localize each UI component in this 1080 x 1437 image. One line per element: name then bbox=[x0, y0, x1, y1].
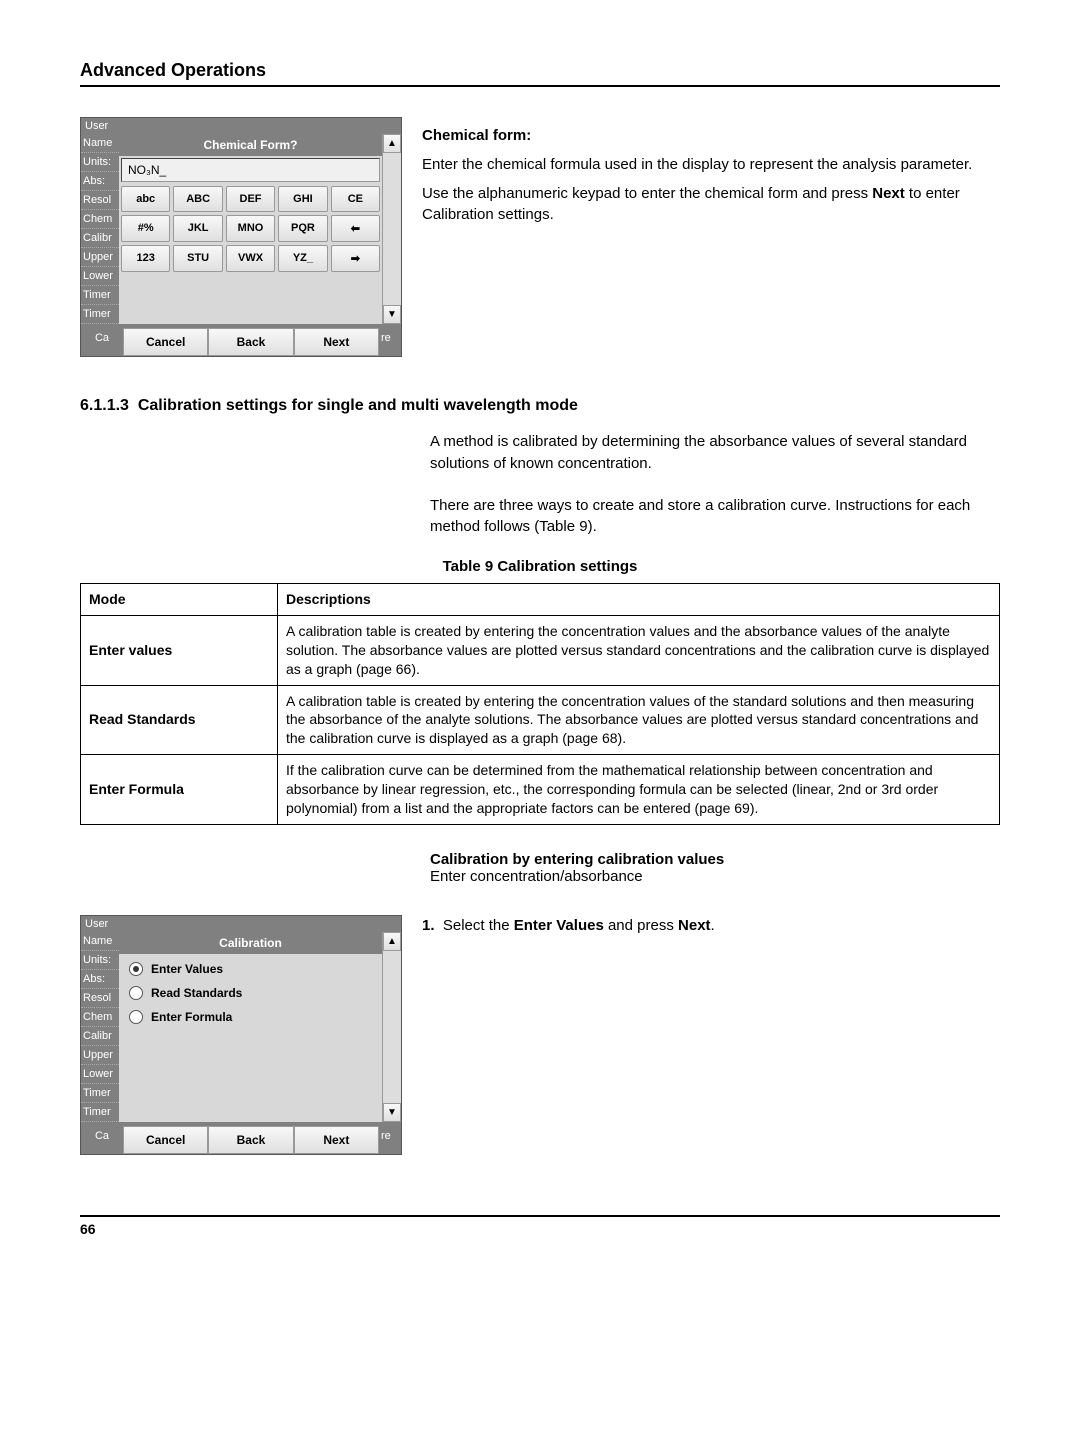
next-button[interactable]: Next bbox=[294, 328, 379, 356]
back-button[interactable]: Back bbox=[208, 328, 293, 356]
table-title: Table 9 Calibration settings bbox=[80, 558, 1000, 575]
key-DEF[interactable]: DEF bbox=[226, 186, 275, 212]
page-footer: 66 bbox=[80, 1215, 1000, 1237]
radio-label: Read Standards bbox=[151, 986, 242, 1000]
cancel-button[interactable]: Cancel bbox=[123, 328, 208, 356]
radio-enter-values[interactable]: Enter Values bbox=[129, 962, 372, 976]
cancel-button[interactable]: Cancel bbox=[123, 1126, 208, 1154]
chemical-form-input[interactable]: NO₃N_ bbox=[121, 158, 380, 182]
radio-icon bbox=[129, 1010, 143, 1024]
key-STU[interactable]: STU bbox=[173, 245, 222, 272]
side-label: Lower bbox=[81, 1065, 119, 1084]
re-label: re bbox=[379, 324, 401, 356]
chem-form-heading: Chemical form: bbox=[422, 127, 531, 144]
page-header: Advanced Operations bbox=[80, 60, 1000, 87]
radio-read-standards[interactable]: Read Standards bbox=[129, 986, 372, 1000]
side-labels: Name Units: Abs: Resol Chem Calibr Upper… bbox=[81, 134, 119, 324]
subheading: Calibration by entering calibration valu… bbox=[430, 851, 1000, 885]
section-heading: 6.1.1.3 Calibration settings for single … bbox=[80, 397, 1000, 415]
chemical-form-description: Chemical form: Enter the chemical formul… bbox=[422, 117, 1000, 233]
key-VWX[interactable]: VWX bbox=[226, 245, 275, 272]
key-CE[interactable]: CE bbox=[331, 186, 380, 212]
scroll-down-icon[interactable]: ▼ bbox=[383, 305, 401, 324]
key-GHI[interactable]: GHI bbox=[278, 186, 327, 212]
chemical-form-widget: User Name Units: Abs: Resol Chem Calibr … bbox=[80, 117, 402, 357]
side-label: Upper bbox=[81, 1046, 119, 1065]
radio-icon bbox=[129, 986, 143, 1000]
page-title: Advanced Operations bbox=[80, 60, 266, 80]
scroll-up-icon[interactable]: ▲ bbox=[383, 134, 401, 153]
side-label: Timer bbox=[81, 305, 119, 324]
ca-label: Ca bbox=[81, 1122, 123, 1154]
side-label: Units: bbox=[81, 153, 119, 172]
side-label: Lower bbox=[81, 267, 119, 286]
step-1-text: 1. Select the Enter Values and press Nex… bbox=[422, 915, 1000, 936]
side-label: Timer bbox=[81, 1103, 119, 1122]
widget-user-label: User bbox=[81, 118, 401, 134]
back-button[interactable]: Back bbox=[208, 1126, 293, 1154]
key-abc[interactable]: abc bbox=[121, 186, 170, 212]
calibration-settings-table: Mode Descriptions Enter values A calibra… bbox=[80, 583, 1000, 825]
table-row: Enter values A calibration table is crea… bbox=[81, 615, 1000, 685]
key-YZ[interactable]: YZ_ bbox=[278, 245, 327, 272]
radio-label: Enter Values bbox=[151, 962, 223, 976]
side-label: Calibr bbox=[81, 229, 119, 248]
side-label: Calibr bbox=[81, 1027, 119, 1046]
side-label: Abs: bbox=[81, 172, 119, 191]
side-label: Resol bbox=[81, 989, 119, 1008]
side-label: Timer bbox=[81, 1084, 119, 1103]
key-right-arrow-icon[interactable]: ➡ bbox=[331, 245, 380, 272]
radio-panel: Enter Values Read Standards Enter Formul… bbox=[119, 954, 382, 1122]
side-label: Name bbox=[81, 134, 119, 153]
scrollbar[interactable]: ▲ ▼ bbox=[382, 932, 401, 1122]
side-label: Upper bbox=[81, 248, 119, 267]
radio-label: Enter Formula bbox=[151, 1010, 232, 1024]
side-label: Resol bbox=[81, 191, 119, 210]
page-number: 66 bbox=[80, 1221, 96, 1237]
key-symbols[interactable]: #% bbox=[121, 215, 170, 242]
key-123[interactable]: 123 bbox=[121, 245, 170, 272]
calibration-widget: User Name Units: Abs: Resol Chem Calibr … bbox=[80, 915, 402, 1155]
chem-form-p2: Use the alphanumeric keypad to enter the… bbox=[422, 183, 1000, 225]
side-label: Chem bbox=[81, 210, 119, 229]
scroll-down-icon[interactable]: ▼ bbox=[383, 1103, 401, 1122]
keypad: abc ABC DEF GHI CE #% JKL MNO PQR ⬅ bbox=[119, 184, 382, 274]
radio-enter-formula[interactable]: Enter Formula bbox=[129, 1010, 372, 1024]
scroll-up-icon[interactable]: ▲ bbox=[383, 932, 401, 951]
key-ABC[interactable]: ABC bbox=[173, 186, 222, 212]
radio-icon bbox=[129, 962, 143, 976]
side-labels: Name Units: Abs: Resol Chem Calibr Upper… bbox=[81, 932, 119, 1122]
side-label: Chem bbox=[81, 1008, 119, 1027]
next-button[interactable]: Next bbox=[294, 1126, 379, 1154]
key-left-arrow-icon[interactable]: ⬅ bbox=[331, 215, 380, 242]
re-label: re bbox=[379, 1122, 401, 1154]
side-label: Name bbox=[81, 932, 119, 951]
key-MNO[interactable]: MNO bbox=[226, 215, 275, 242]
section-p2: There are three ways to create and store… bbox=[430, 495, 1000, 539]
side-label: Abs: bbox=[81, 970, 119, 989]
side-label: Timer bbox=[81, 286, 119, 305]
ca-label: Ca bbox=[81, 324, 123, 356]
key-PQR[interactable]: PQR bbox=[278, 215, 327, 242]
side-label: Units: bbox=[81, 951, 119, 970]
section-p1: A method is calibrated by determining th… bbox=[430, 431, 1000, 475]
calibration-title: Calibration bbox=[119, 932, 382, 954]
col-mode: Mode bbox=[81, 584, 278, 616]
widget-user-label: User bbox=[81, 916, 401, 932]
key-JKL[interactable]: JKL bbox=[173, 215, 222, 242]
scrollbar[interactable]: ▲ ▼ bbox=[382, 134, 401, 324]
table-row: Enter Formula If the calibration curve c… bbox=[81, 755, 1000, 825]
col-desc: Descriptions bbox=[278, 584, 1000, 616]
table-row: Read Standards A calibration table is cr… bbox=[81, 685, 1000, 755]
chem-form-p1: Enter the chemical formula used in the d… bbox=[422, 154, 1000, 175]
chemical-form-title: Chemical Form? bbox=[119, 134, 382, 156]
